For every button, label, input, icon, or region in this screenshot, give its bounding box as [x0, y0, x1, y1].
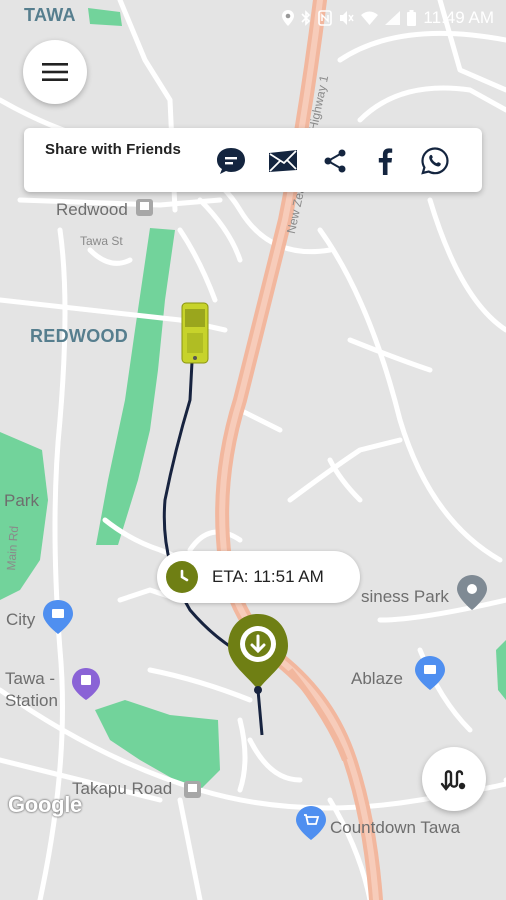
map-label: Ablaze [351, 669, 403, 688]
mute-icon [340, 11, 355, 25]
message-icon [217, 148, 245, 174]
nfc-icon [318, 10, 333, 26]
whatsapp-icon [421, 147, 449, 175]
clock-icon [166, 561, 198, 593]
google-attribution: Google [8, 792, 82, 817]
share-title: Share with Friends [45, 141, 181, 158]
status-bar: 11:49 AM [0, 0, 506, 36]
share-message-button[interactable] [214, 144, 248, 178]
bluetooth-icon [301, 10, 311, 26]
share-icon [324, 149, 346, 173]
map-label: City [6, 610, 36, 629]
map-label: Takapu Road [72, 779, 173, 798]
route-button[interactable] [422, 747, 486, 811]
hamburger-icon [42, 63, 68, 81]
status-time: 11:49 AM [423, 8, 494, 27]
map-label: siness Park [361, 587, 449, 606]
facebook-icon [378, 148, 393, 175]
share-generic-button[interactable] [318, 144, 352, 178]
share-card: Share with Friends [24, 128, 482, 192]
signal-icon [385, 11, 401, 25]
battery-icon [407, 10, 417, 26]
map-label: Tawa - Station [5, 669, 58, 710]
wifi-icon [361, 11, 379, 25]
email-icon [269, 150, 297, 172]
eta-badge: ETA: 11:51 AM [157, 551, 360, 603]
map-label: Tawa St [80, 234, 123, 248]
map-label: REDWOOD [30, 326, 129, 346]
bus-icon [181, 302, 209, 364]
share-whatsapp-button[interactable] [418, 144, 452, 178]
eta-label: ETA: 11:51 AM [212, 567, 324, 586]
location-icon [282, 10, 295, 26]
map-label: Redwood [56, 200, 128, 219]
share-email-button[interactable] [266, 144, 300, 178]
map-label: Countdown Tawa [330, 818, 461, 837]
rail-station-icon [184, 781, 201, 798]
route-icon [440, 770, 466, 791]
rail-station-icon [136, 199, 153, 216]
map-label: Park [4, 491, 39, 510]
share-facebook-button[interactable] [368, 144, 402, 178]
menu-button[interactable] [23, 40, 87, 104]
